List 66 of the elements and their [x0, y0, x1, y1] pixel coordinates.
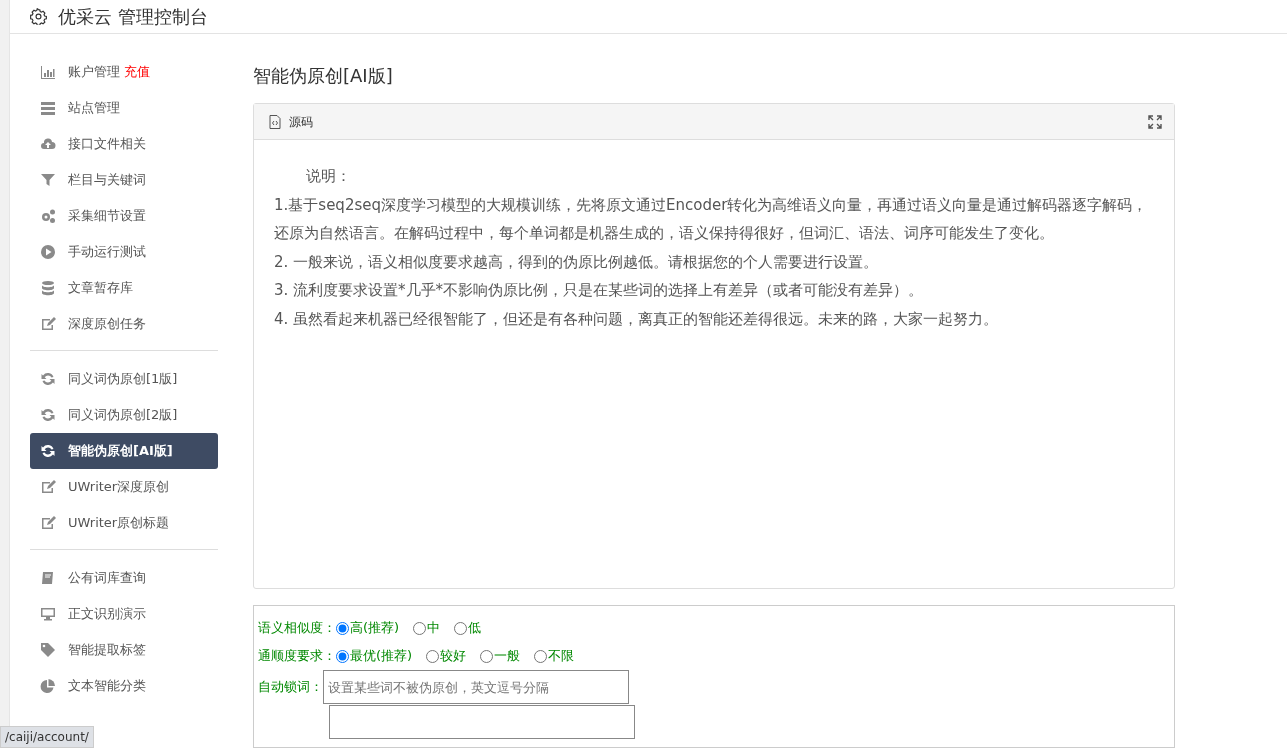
sidebar-item[interactable]: 同义词伪原创[2版] [30, 397, 218, 433]
play-icon [40, 244, 56, 260]
form-label: 自动锁词： [258, 678, 323, 697]
sidebar-item[interactable]: 正文识别演示 [30, 596, 218, 632]
radio-button[interactable] [336, 649, 349, 663]
sidebar-item[interactable]: UWriter深度原创 [30, 469, 218, 505]
paragraph: 2. 一般来说，语义相似度要求越高，得到的伪原比例越低。请根据您的个人需要进行设置。 [274, 251, 880, 273]
pie-chart-icon [40, 678, 56, 694]
form-label: 语义相似度： [258, 619, 336, 638]
cloud-upload-icon [40, 136, 56, 152]
radio-label: 中 [427, 619, 441, 638]
form-label: 通顺度要求： [258, 647, 336, 666]
refresh-icon [40, 407, 56, 423]
paragraph: 1.基于seq2seq深度学习模型的大规模训练，先将原文通过Encoder转化为高维语义向量，再通过语义向量是通过解码器逐字解码，还原为自然语言。在解码过程中，每个单词都是机器生成的，语义保持得很好，但词汇、语法、词序可能发生了变化。 [274, 194, 1149, 244]
radio-label: 高(推荐) [350, 619, 400, 638]
sidebar-item[interactable]: 站点管理 [30, 90, 218, 126]
sidebar-item[interactable]: 深度原创任务 [30, 306, 218, 342]
bar-chart-icon [40, 64, 56, 80]
sidebar-item[interactable]: 账户管理 充值 [30, 54, 218, 90]
radio-button[interactable] [454, 621, 468, 635]
edit-icon [40, 515, 56, 531]
radio-button[interactable] [480, 649, 494, 663]
server-icon [40, 100, 56, 116]
refresh-icon [40, 443, 56, 459]
sidebar-item[interactable]: 采集细节设置 [30, 198, 218, 234]
recharge-link[interactable]: 充值 [124, 62, 150, 82]
radio-label: 一般 [494, 647, 521, 666]
sidebar-item[interactable]: 公有词库查询 [30, 560, 218, 596]
gears-icon [40, 208, 56, 224]
source-button[interactable]: 源码 [268, 111, 314, 132]
radio-label: 低 [468, 619, 482, 638]
sidebar-item[interactable]: 接口文件相关 [30, 126, 218, 162]
page-title: 智能伪原创[AI版] [253, 64, 394, 88]
paragraph: 3. 流利度要求设置*几乎*不影响伪原比例，只是在某些词的选择上有差异（或者可能没有差异）。 [274, 280, 925, 301]
database-icon [40, 280, 56, 296]
sidebar-item[interactable]: 手动运行测试 [30, 234, 218, 270]
sidebar-item[interactable]: UWriter原创标题 [30, 505, 218, 541]
radio-button[interactable] [413, 621, 427, 635]
radio-label: 最优(推荐) [350, 647, 413, 666]
paragraph: 说明： [305, 166, 352, 187]
radio-label: 不限 [548, 647, 575, 666]
sidebar-item[interactable]: 智能伪原创[AI版] [30, 433, 218, 469]
sidebar-item[interactable]: 栏目与关键词 [30, 162, 218, 198]
refresh-icon [40, 371, 56, 387]
monitor-icon [40, 606, 56, 622]
sidebar-item[interactable]: 智能提取标签 [30, 632, 218, 668]
radio-button[interactable] [426, 649, 440, 663]
file-code-icon [269, 114, 281, 129]
radio-button[interactable] [534, 649, 548, 663]
text-input[interactable]: 设置某些词不被伪原创，英文逗号分隔 [323, 670, 629, 704]
sidebar-item[interactable]: 文本智能分类 [30, 668, 218, 704]
paragraph: 4. 虽然看起来机器已经很智能了，但还是有各种问题，离真正的智能还差得很远。未来的路，大家一起努力。 [274, 308, 1000, 330]
settings-icon [30, 8, 47, 25]
sidebar-item[interactable]: 同义词伪原创[1版] [30, 361, 218, 397]
book-icon [40, 570, 56, 586]
filter-icon [40, 172, 56, 188]
status-url: /caiji/account/ [0, 726, 94, 748]
expand-icon [1148, 115, 1162, 129]
app-title: 优采云 管理控制台 [58, 5, 208, 29]
edit-icon [40, 316, 56, 332]
radio-button[interactable] [336, 621, 349, 635]
edit-icon [40, 479, 56, 495]
radio-label: 较好 [440, 647, 467, 666]
sidebar-item[interactable]: 文章暂存库 [30, 270, 218, 306]
text-input[interactable] [329, 705, 635, 739]
tag-icon [40, 642, 56, 658]
